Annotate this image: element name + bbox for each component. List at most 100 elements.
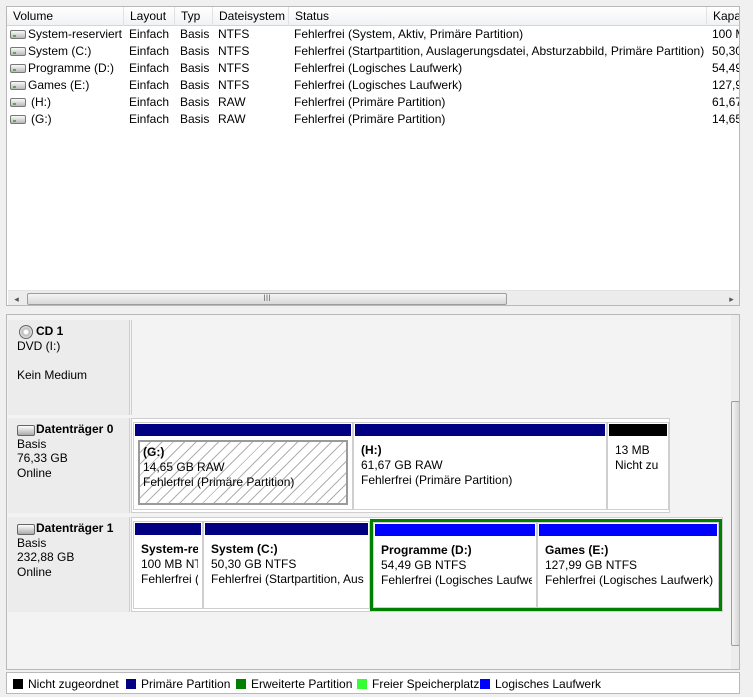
partition-size: 13 MB: [615, 443, 650, 457]
partition-status: Fehlerfrei (Startpartition, Aus: [211, 572, 364, 586]
legend-swatch: [126, 679, 136, 689]
scroll-right-button[interactable]: ▸: [723, 291, 739, 305]
partition-body: (H:) 61,67 GB RAW Fehlerfrei (Primäre Pa…: [358, 440, 602, 505]
column-header-kapazitaet[interactable]: Kapaz: [707, 7, 739, 26]
volume-name: System (C:): [28, 44, 92, 58]
legend-label: Primäre Partition: [141, 677, 231, 691]
volume-type: Basis: [180, 61, 210, 75]
partition-system-c[interactable]: System (C:) 50,30 GB NTFS Fehlerfrei (St…: [203, 521, 370, 609]
partition-type-bar: [609, 424, 667, 436]
extended-partition[interactable]: Programme (D:) 54,49 GB NTFS Fehlerfrei …: [370, 519, 722, 611]
partition-body: System (C:) 50,30 GB NTFS Fehlerfrei (St…: [208, 539, 365, 604]
disk-label-disk0[interactable]: Datenträger 0 Basis 76,33 GB Online: [8, 418, 130, 513]
scroll-grip-icon: III: [263, 293, 271, 303]
partition-status: Fehlerfrei (Primäre Partition): [143, 475, 295, 489]
column-header-typ[interactable]: Typ: [175, 7, 213, 26]
horizontal-scroll-thumb[interactable]: III: [27, 293, 507, 305]
volume-status: Fehlerfrei (Startpartition, Auslagerungs…: [294, 44, 705, 58]
column-header-dateisystem[interactable]: Dateisystem: [213, 7, 289, 26]
volume-status: Fehlerfrei (Primäre Partition): [294, 95, 446, 109]
volume-type: Basis: [180, 27, 210, 41]
disk-label-disk1[interactable]: Datenträger 1 Basis 232,88 GB Online: [8, 517, 130, 612]
partition-type-bar: [135, 523, 201, 535]
drive-icon: [10, 30, 26, 39]
legend-label: Nicht zugeordnet: [28, 677, 119, 691]
partition-name: (G:): [143, 445, 165, 459]
partition-programme-d[interactable]: Programme (D:) 54,49 GB NTFS Fehlerfrei …: [373, 522, 537, 608]
disk0-name: Datenträger 0: [36, 422, 114, 436]
partition-type-bar: [205, 523, 368, 535]
volume-status: Fehlerfrei (Logisches Laufwerk): [294, 78, 463, 92]
volume-name: System-reserviert: [28, 27, 123, 41]
table-row[interactable]: System-reserviert Einfach Basis NTFS Feh…: [7, 26, 739, 43]
volume-status: Fehlerfrei (Logisches Laufwerk): [294, 61, 463, 75]
volume-status: Fehlerfrei (System, Aktiv, Primäre Parti…: [294, 27, 524, 41]
disk1-status: Online: [17, 564, 52, 579]
disk-map-pane[interactable]: CD 1 DVD (I:) Kein Medium Datenträger 0 …: [6, 314, 740, 670]
vertical-scroll-thumb[interactable]: [731, 401, 739, 646]
legend-item-logical: Logisches Laufwerk: [480, 676, 601, 692]
volume-filesystem: RAW: [218, 95, 246, 109]
table-row[interactable]: System (C:) Einfach Basis NTFS Fehlerfre…: [7, 43, 739, 60]
column-header-status[interactable]: Status: [289, 7, 707, 26]
table-row[interactable]: Games (E:) Einfach Basis NTFS Fehlerfrei…: [7, 77, 740, 94]
volume-list[interactable]: Volume Layout Typ Dateisystem Status Kap…: [6, 6, 740, 306]
volume-capacity: 127,9: [712, 78, 740, 92]
horizontal-scrollbar[interactable]: ◂ III ▸: [8, 290, 739, 305]
disk0-status: Online: [17, 465, 52, 480]
column-header-volume[interactable]: Volume: [7, 7, 124, 26]
vertical-scrollbar[interactable]: [731, 315, 739, 669]
drive-icon: [10, 47, 26, 56]
legend-item-unallocated: Nicht zugeordnet: [13, 676, 119, 692]
legend-swatch: [480, 679, 490, 689]
volume-name: (H:): [31, 95, 51, 109]
cd-drive-name: CD 1: [36, 324, 64, 338]
volume-list-header: Volume Layout Typ Dateisystem Status Kap…: [7, 7, 739, 26]
partition-status: Fehlerfrei (: [141, 572, 198, 586]
partition-type-bar: [539, 524, 717, 536]
legend-item-primary: Primäre Partition: [126, 676, 230, 692]
pane-splitter[interactable]: [0, 306, 753, 314]
partition-name: System-re: [141, 542, 198, 556]
legend-swatch: [236, 679, 246, 689]
disk0-title: Datenträger 0: [17, 422, 129, 437]
drive-icon: [10, 115, 26, 124]
volume-type: Basis: [180, 112, 210, 126]
partition-size: 100 MB NTI: [141, 557, 198, 571]
partition-h[interactable]: (H:) 61,67 GB RAW Fehlerfrei (Primäre Pa…: [353, 422, 607, 510]
volume-filesystem: NTFS: [218, 61, 250, 75]
partition-body: 13 MB Nicht zu: [612, 440, 664, 505]
disk0-area: (G:) 14,65 GB RAW Fehlerfrei (Primäre Pa…: [131, 418, 670, 513]
table-row[interactable]: (H:) Einfach Basis RAW Fehlerfrei (Primä…: [7, 94, 739, 111]
column-header-layout[interactable]: Layout: [124, 7, 175, 26]
partition-size: 50,30 GB NTFS: [211, 557, 297, 571]
partition-status: Fehlerfrei (Primäre Partition): [361, 473, 513, 487]
drive-icon: [10, 98, 26, 107]
table-row[interactable]: Programme (D:) Einfach Basis NTFS Fehler…: [7, 60, 740, 77]
partition-type-bar: [135, 424, 351, 436]
volume-capacity: 54,49: [712, 61, 740, 75]
cd-drive-state: Kein Medium: [17, 368, 88, 382]
drive-icon: [10, 64, 26, 73]
legend-item-free: Freier Speicherplatz: [357, 676, 479, 692]
volume-type: Basis: [180, 78, 210, 92]
partition-system-reserved[interactable]: System-re 100 MB NTI Fehlerfrei (: [133, 521, 203, 609]
drive-icon: [10, 81, 26, 90]
volume-layout: Einfach: [129, 61, 170, 75]
partition-games-e[interactable]: Games (E:) 127,99 GB NTFS Fehlerfrei (Lo…: [537, 522, 719, 608]
legend-label: Logisches Laufwerk: [495, 677, 602, 691]
partition-type-bar: [355, 424, 605, 436]
cd-drive-letter: DVD (I:): [17, 338, 61, 353]
partition-name: Games (E:): [545, 543, 609, 557]
volume-filesystem: NTFS: [218, 44, 250, 58]
volume-status: Fehlerfrei (Primäre Partition): [294, 112, 446, 126]
partition-body: Games (E:) 127,99 GB NTFS Fehlerfrei (Lo…: [542, 540, 714, 603]
partition-g[interactable]: (G:) 14,65 GB RAW Fehlerfrei (Primäre Pa…: [133, 422, 353, 510]
partition-name: (H:): [361, 443, 382, 457]
scroll-left-button[interactable]: ◂: [8, 291, 25, 305]
partition-unallocated[interactable]: 13 MB Nicht zu: [607, 422, 669, 510]
disk-label-cd1[interactable]: CD 1 DVD (I:) Kein Medium: [8, 320, 130, 415]
table-row[interactable]: (G:) Einfach Basis RAW Fehlerfrei (Primä…: [7, 111, 739, 128]
partition-body: System-re 100 MB NTI Fehlerfrei (: [138, 539, 198, 604]
